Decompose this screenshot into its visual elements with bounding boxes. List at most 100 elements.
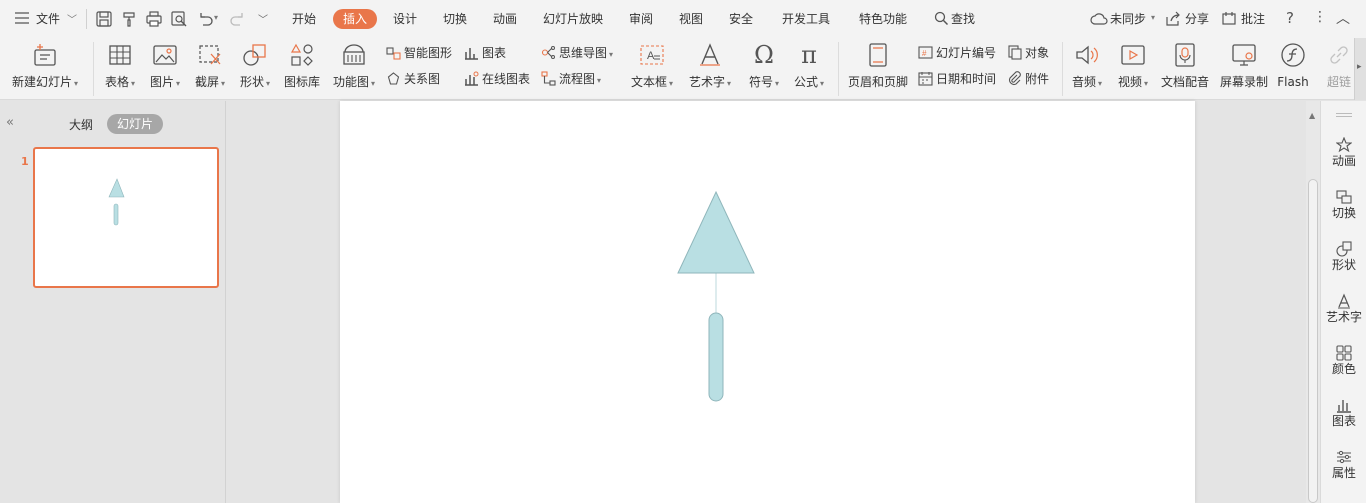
slide-canvas[interactable] xyxy=(340,101,1195,503)
tab-slides[interactable]: 幻灯片 xyxy=(107,114,164,134)
paperclip-icon xyxy=(1007,71,1022,86)
pane-color-button[interactable]: 颜色 xyxy=(1321,345,1366,376)
word-art-dropdown-icon[interactable]: ▾ xyxy=(727,79,731,88)
triangle-shape[interactable] xyxy=(677,190,755,274)
comment-icon[interactable] xyxy=(1221,11,1237,27)
format-painter-icon[interactable] xyxy=(120,10,138,28)
table-button[interactable]: 表格 ▾ xyxy=(100,40,140,91)
file-menu-label[interactable]: 文件 xyxy=(36,11,60,27)
pane-animation-button[interactable]: 动画 xyxy=(1321,137,1366,168)
date-time-button[interactable]: 日期和时间 xyxy=(918,70,996,88)
tab-review[interactable]: 审阅 xyxy=(629,11,653,27)
tab-developer-tools[interactable]: 开发工具 xyxy=(782,11,830,27)
pane-transition-button[interactable]: 切换 xyxy=(1321,189,1366,220)
share-button[interactable]: 分享 xyxy=(1185,11,1209,27)
shape-button[interactable]: 形状 ▾ xyxy=(235,40,275,91)
screenshot-dropdown-icon[interactable]: ▾ xyxy=(221,79,225,88)
scrollbar-thumb[interactable] xyxy=(1308,179,1318,503)
undo-icon[interactable] xyxy=(196,10,214,28)
table-dropdown-icon[interactable]: ▾ xyxy=(131,79,135,88)
tab-view[interactable]: 视图 xyxy=(679,11,703,27)
text-box-button[interactable]: A 文本框 ▾ xyxy=(628,40,676,91)
flowchart-dropdown-icon[interactable]: ▾ xyxy=(597,76,601,85)
new-slide-button[interactable]: 新建幻灯片 ▾ xyxy=(10,40,80,91)
audio-button[interactable]: 音频 ▾ xyxy=(1068,40,1106,91)
tab-insert[interactable]: 插入 xyxy=(333,9,378,29)
function-chart-dropdown-icon[interactable]: ▾ xyxy=(371,79,375,88)
text-box-dropdown-icon[interactable]: ▾ xyxy=(669,79,673,88)
print-preview-icon[interactable] xyxy=(170,10,188,28)
formula-button[interactable]: π 公式 ▾ xyxy=(789,40,829,91)
hyperlink-label: 超链 xyxy=(1326,75,1351,89)
ribbon-scroll-right-button[interactable]: ▸ xyxy=(1354,38,1366,100)
pane-properties-button[interactable]: 属性 xyxy=(1321,449,1366,480)
redo-icon[interactable] xyxy=(229,10,247,28)
sync-dropdown-icon[interactable]: ▾ xyxy=(1151,13,1155,22)
function-chart-button[interactable]: 功能图 ▾ xyxy=(329,40,379,91)
relation-chart-button[interactable]: 关系图 xyxy=(386,70,440,88)
sync-status[interactable]: 未同步 xyxy=(1110,11,1146,27)
collapse-panel-icon[interactable]: « xyxy=(6,115,14,130)
search-label[interactable]: 查找 xyxy=(951,11,975,27)
pane-grip[interactable] xyxy=(1336,113,1352,117)
transition-icon xyxy=(1336,189,1352,205)
shape-dropdown-icon[interactable]: ▾ xyxy=(266,79,270,88)
header-footer-button[interactable]: 页眉和页脚 xyxy=(846,40,910,89)
tab-outline[interactable]: 大纲 xyxy=(69,116,93,133)
more-options-icon[interactable]: ⋮ xyxy=(1313,9,1327,25)
word-art-button[interactable]: 艺术字 ▾ xyxy=(686,40,734,91)
print-icon[interactable] xyxy=(145,10,163,28)
scroll-up-arrow-icon[interactable]: ▲ xyxy=(1309,111,1315,120)
rounded-rectangle-shape[interactable] xyxy=(708,312,724,402)
undo-dropdown-icon[interactable]: ▾ xyxy=(214,13,218,22)
tab-design[interactable]: 设计 xyxy=(393,11,417,27)
file-menu-chevron-icon[interactable]: ﹀ xyxy=(67,11,77,26)
slide-number-button[interactable]: # 幻灯片编号 xyxy=(918,44,996,62)
picture-dropdown-icon[interactable]: ▾ xyxy=(176,79,180,88)
mind-map-dropdown-icon[interactable]: ▾ xyxy=(609,50,613,59)
comment-button[interactable]: 批注 xyxy=(1241,11,1265,27)
doc-dubbing-button[interactable]: 文档配音 xyxy=(1158,40,1212,89)
symbol-button[interactable]: Ω 符号 ▾ xyxy=(744,40,784,91)
flash-button[interactable]: Flash xyxy=(1275,40,1311,89)
attachment-button[interactable]: 附件 xyxy=(1007,70,1049,88)
online-chart-button[interactable]: 在线图表 xyxy=(464,70,530,88)
screen-record-button[interactable]: 屏幕录制 xyxy=(1217,40,1271,89)
slide-thumbnail[interactable] xyxy=(33,147,219,288)
search-icon[interactable] xyxy=(934,11,949,26)
tab-transition[interactable]: 切换 xyxy=(443,11,467,27)
tab-animation[interactable]: 动画 xyxy=(493,11,517,27)
video-button[interactable]: 视频 ▾ xyxy=(1114,40,1152,91)
slide-number-label: 幻灯片编号 xyxy=(936,46,997,60)
cloud-sync-icon[interactable] xyxy=(1090,11,1108,27)
picture-button[interactable]: 图片 ▾ xyxy=(145,40,185,91)
tab-slideshow[interactable]: 幻灯片放映 xyxy=(543,11,603,27)
pane-word-art-button[interactable]: 艺术字 xyxy=(1321,293,1366,324)
share-icon[interactable] xyxy=(1165,11,1181,27)
audio-dropdown-icon[interactable]: ▾ xyxy=(1098,79,1102,88)
flowchart-button[interactable]: 流程图 ▾ xyxy=(541,70,601,88)
hamburger-menu-icon[interactable] xyxy=(14,12,30,24)
new-slide-dropdown-icon[interactable]: ▾ xyxy=(74,79,78,88)
collapse-ribbon-icon[interactable]: ︿ xyxy=(1336,8,1350,28)
mind-map-button[interactable]: 思维导图 ▾ xyxy=(541,44,613,62)
chart-button[interactable]: 图表 xyxy=(464,44,506,62)
save-icon[interactable] xyxy=(95,10,113,28)
smart-art-button[interactable]: 智能图形 xyxy=(386,44,452,62)
hyperlink-button[interactable]: 超链 xyxy=(1324,40,1354,89)
vertical-scrollbar[interactable]: ▲ xyxy=(1306,101,1320,503)
icon-library-button[interactable]: 图标库 xyxy=(281,40,323,89)
video-dropdown-icon[interactable]: ▾ xyxy=(1144,79,1148,88)
pane-chart-button[interactable]: 图表 xyxy=(1321,397,1366,428)
screenshot-button[interactable]: 截屏 ▾ xyxy=(190,40,230,91)
tab-security[interactable]: 安全 xyxy=(729,11,753,27)
tab-special-features[interactable]: 特色功能 xyxy=(859,11,907,27)
symbol-dropdown-icon[interactable]: ▾ xyxy=(775,79,779,88)
pane-shape-button[interactable]: 形状 xyxy=(1321,241,1366,272)
formula-dropdown-icon[interactable]: ▾ xyxy=(820,79,824,88)
customize-quick-access-icon[interactable]: ﹀ xyxy=(258,11,268,26)
tab-home[interactable]: 开始 xyxy=(292,11,316,27)
chart-label: 图表 xyxy=(482,46,507,60)
help-icon[interactable]: ? xyxy=(1286,9,1294,27)
object-button[interactable]: 对象 xyxy=(1007,44,1049,62)
